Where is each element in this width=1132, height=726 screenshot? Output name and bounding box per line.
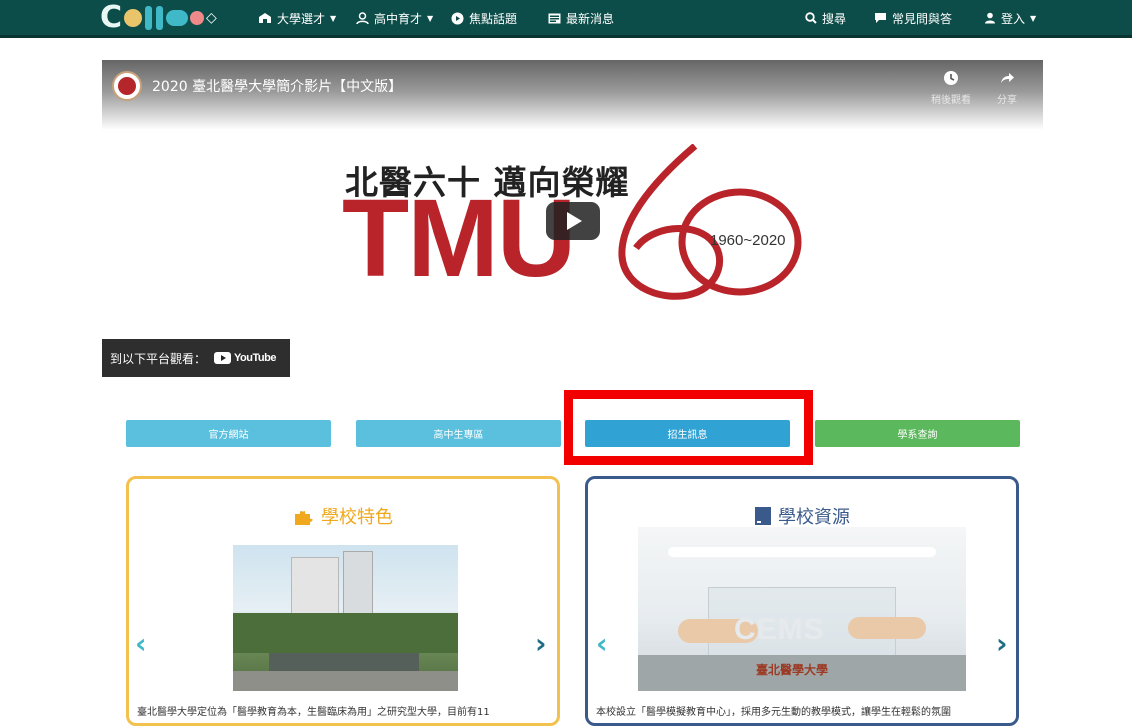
nav-login-label: 登入: [1001, 11, 1026, 26]
official-site-button[interactable]: 官方網站: [126, 420, 331, 447]
highschool-zone-button[interactable]: 高中生專區: [356, 420, 561, 447]
carousel-prev-icon[interactable]: ‹: [135, 627, 147, 660]
logo-dot-yellow: [124, 9, 143, 27]
nav-faq[interactable]: 常見問與答: [874, 0, 952, 36]
ceiling-light: [668, 547, 936, 557]
logo-dot-pink: [190, 11, 205, 25]
share-icon: [1001, 73, 1014, 83]
simulation-center-photo: CEMS 臺北醫學大學: [638, 527, 966, 691]
watch-later-button[interactable]: 稍後觀看: [926, 70, 976, 106]
resources-card-text: 本校設立「醫學模擬教育中心」，採用多元生動的教學模式，讓學生在輕鬆的氛圍: [596, 707, 951, 718]
nav-faq-label: 常見問與答: [892, 11, 953, 26]
share-button[interactable]: 分享: [982, 70, 1032, 106]
watch-later-label: 稍後觀看: [931, 95, 971, 106]
features-card-text: 臺北醫學大學定位為「醫學教育為本，生醫臨床為用」之研究型大學，目前有11: [137, 707, 490, 718]
top-navbar: C ◇ 大學選才 ▼ 高中育才 ▼ 焦點話題 最新消息 搜尋 常見問與答 登入 …: [0, 0, 1132, 38]
university-icon: [259, 13, 271, 23]
nav-highschool[interactable]: 高中育才 ▼: [356, 0, 433, 36]
resources-card-title: 學校資源: [588, 503, 1016, 529]
puzzle-icon: [295, 510, 313, 525]
carousel-next-icon[interactable]: ›: [996, 627, 1008, 660]
chevron-down-icon: ▼: [1030, 13, 1037, 23]
nav-login[interactable]: 登入 ▼: [984, 0, 1036, 36]
features-card-title: 學校特色: [129, 503, 557, 529]
channel-avatar[interactable]: [112, 71, 142, 101]
youtube-label: YouTube: [234, 352, 276, 364]
watch-on-label: 到以下平台觀看：: [110, 351, 207, 366]
campus-road: [233, 671, 458, 691]
logo-oval: [166, 10, 189, 26]
university-seal-icon: [118, 77, 136, 95]
highlight-frame: [564, 390, 813, 465]
chevron-down-icon: ▼: [427, 13, 434, 23]
campus-photo: [233, 545, 458, 691]
manikin-right: [848, 617, 926, 639]
logo-letter: C: [100, 0, 123, 35]
youtube-icon: [214, 352, 232, 364]
youtube-logo: YouTube: [214, 352, 276, 364]
campus-trees: [233, 613, 458, 653]
nav-news[interactable]: 最新消息: [548, 0, 614, 36]
watch-on-youtube[interactable]: 到以下平台觀看： YouTube: [102, 339, 290, 377]
nav-search-label: 搜尋: [822, 11, 847, 26]
video-brand: TMU: [342, 177, 576, 300]
features-card: 學校特色 ‹ › 臺北醫學大學定位為「醫學教育為本，生醫臨床為用」之研究型大學，…: [126, 476, 560, 726]
nav-university-label: 大學選才: [277, 11, 326, 26]
sixty-graphic: [618, 144, 802, 300]
features-title-text: 學校特色: [321, 507, 393, 528]
logo-bar-1: [145, 6, 153, 30]
cems-sign: CEMS: [734, 613, 825, 646]
video-player[interactable]: 2020 臺北醫學大學簡介影片【中文版】 稍後觀看 分享 北醫六十 邁向榮耀 T…: [102, 60, 1043, 377]
search-icon: [805, 12, 817, 24]
tmu-caption: 臺北醫學大學: [756, 663, 829, 677]
news-icon: [548, 13, 561, 23]
book-icon: [755, 507, 771, 525]
play-button[interactable]: [546, 202, 600, 240]
carousel-next-icon[interactable]: ›: [535, 627, 547, 660]
share-label: 分享: [997, 95, 1017, 106]
video-title[interactable]: 2020 臺北醫學大學簡介影片【中文版】: [152, 76, 402, 96]
resources-card: 學校資源 CEMS 臺北醫學大學 ‹ › 本校設立「醫學模擬教育中心」，採用多元…: [585, 476, 1019, 726]
nav-news-label: 最新消息: [566, 11, 615, 26]
site-logo[interactable]: C ◇: [100, 3, 217, 33]
nav-university[interactable]: 大學選才 ▼: [258, 0, 336, 36]
nav-focus[interactable]: 焦點話題: [451, 0, 517, 36]
user-icon: [985, 12, 995, 24]
video-years: 1960~2020: [710, 232, 786, 249]
department-search-button[interactable]: 學系查詢: [815, 420, 1020, 447]
nav-highschool-label: 高中育才: [374, 11, 423, 26]
clock-icon: [944, 71, 958, 85]
resources-title-text: 學校資源: [778, 507, 850, 528]
chevron-down-icon: ▼: [330, 13, 337, 23]
nav-search[interactable]: 搜尋: [805, 0, 846, 36]
carousel-prev-icon[interactable]: ‹: [596, 627, 608, 660]
play-icon: [567, 212, 582, 230]
chat-icon: [875, 13, 886, 23]
nav-focus-label: 焦點話題: [469, 11, 518, 26]
logo-bar-2: [156, 6, 164, 30]
logo-diamond: ◇: [206, 10, 217, 26]
users-icon: [356, 11, 369, 24]
compass-icon: [451, 12, 464, 24]
campus-sign: [269, 653, 419, 671]
